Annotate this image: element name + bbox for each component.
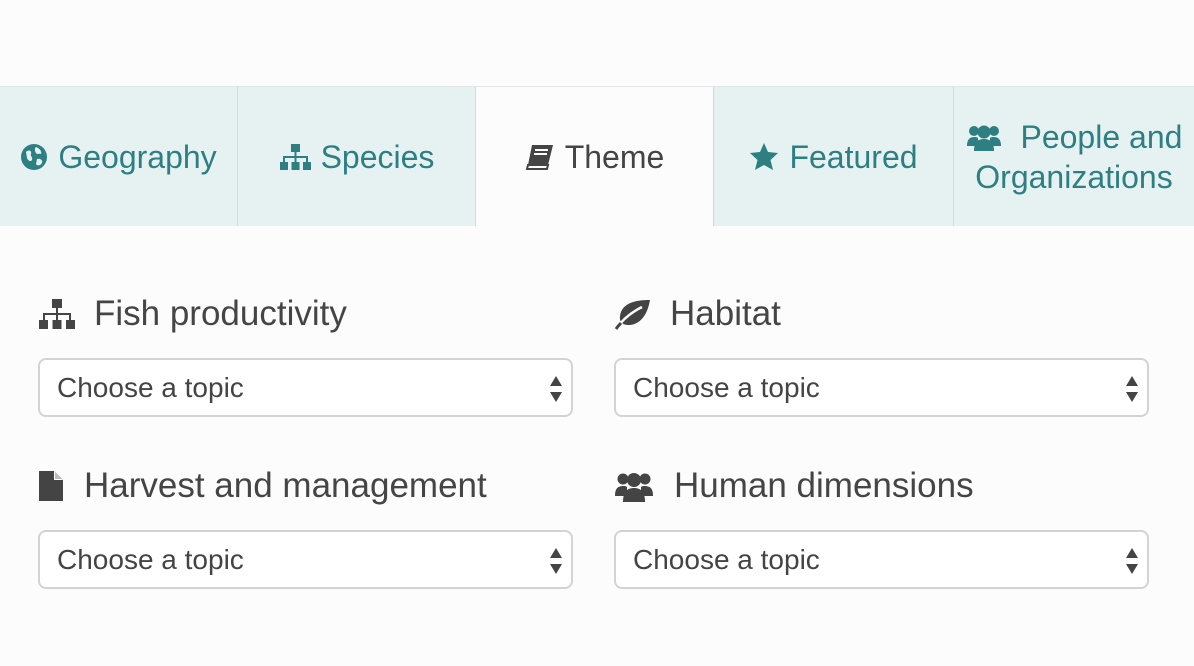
tab-people-and-organizations[interactable]: People and Organizations <box>954 87 1194 226</box>
tab-species[interactable]: Species <box>238 87 476 226</box>
harvest-and-management-select[interactable]: Choose a topic <box>38 530 573 589</box>
tab-label-line-2: Organizations <box>975 158 1173 195</box>
fish-productivity-section: Fish productivity <box>38 292 347 336</box>
fish-productivity-select[interactable]: Choose a topic <box>38 358 573 417</box>
select-value: Choose a topic <box>633 371 820 403</box>
tab-label: Featured <box>789 138 918 175</box>
section-title: Human dimensions <box>674 466 974 505</box>
select-arrows-icon <box>549 547 563 582</box>
globe-icon <box>20 143 48 171</box>
tab-label: Species <box>320 138 435 175</box>
section-title: Fish productivity <box>94 294 347 333</box>
human-dimensions-section: Human dimensions <box>614 464 974 508</box>
select-value: Choose a topic <box>633 543 820 575</box>
tab-featured[interactable]: Featured <box>714 87 954 226</box>
book-icon <box>525 143 555 171</box>
section-title: Habitat <box>670 294 781 333</box>
sitemap-icon <box>279 143 311 171</box>
section-title: Harvest and management <box>84 466 487 505</box>
leaf-icon <box>614 298 652 330</box>
users-icon <box>614 469 654 503</box>
select-arrows-icon <box>1125 547 1139 582</box>
theme-tab-bar: Geography Species Theme Featured People … <box>0 86 1194 226</box>
select-arrows-icon <box>1125 375 1139 410</box>
human-dimensions-select[interactable]: Choose a topic <box>614 530 1149 589</box>
habitat-select[interactable]: Choose a topic <box>614 358 1149 417</box>
tab-geography[interactable]: Geography <box>0 87 238 226</box>
tab-label-line-1: People and <box>1020 118 1183 155</box>
tab-label: Geography <box>58 138 217 175</box>
users-icon <box>966 122 1002 152</box>
sitemap-icon <box>38 298 76 330</box>
tab-label: Theme <box>564 138 665 175</box>
select-arrows-icon <box>549 375 563 410</box>
file-icon <box>38 470 64 502</box>
harvest-and-management-section: Harvest and management <box>38 464 487 508</box>
select-value: Choose a topic <box>57 371 244 403</box>
star-icon <box>749 142 779 171</box>
tab-theme[interactable]: Theme <box>476 87 714 226</box>
habitat-section: Habitat <box>614 292 781 336</box>
select-value: Choose a topic <box>57 543 244 575</box>
